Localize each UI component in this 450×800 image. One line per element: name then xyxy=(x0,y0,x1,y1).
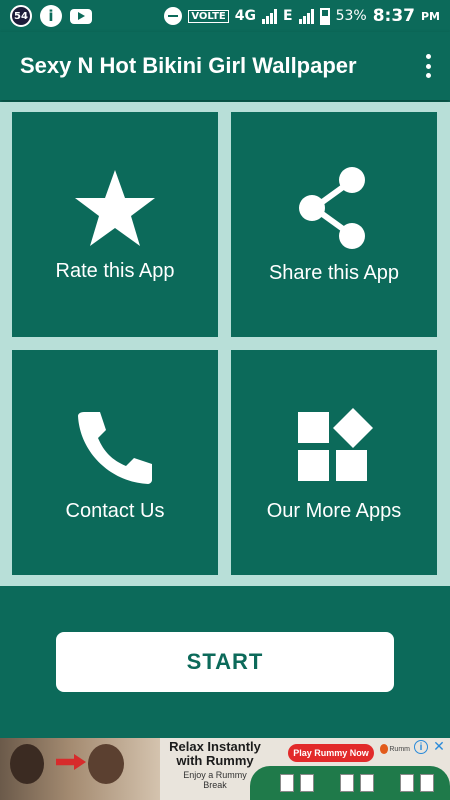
ad-brand-label: Rumm xyxy=(389,745,410,753)
share-icon xyxy=(231,166,437,250)
contact-us-label: Contact Us xyxy=(65,500,165,522)
status-bar: 54 i VOLTE 4G E 53% 8:37 PM xyxy=(0,0,450,32)
clock-ampm: PM xyxy=(420,9,440,23)
ad-brand: Rumm xyxy=(380,742,410,756)
info-icon: i xyxy=(40,5,62,27)
ad-person-2 xyxy=(88,744,124,784)
share-app-tile[interactable]: Share this App xyxy=(231,112,437,337)
ad-card-graphic xyxy=(400,774,414,792)
star-icon xyxy=(12,168,218,248)
notification-count-badge: 54 xyxy=(10,5,32,27)
youtube-icon xyxy=(70,8,92,24)
rate-app-label: Rate this App xyxy=(55,260,175,282)
ad-banner[interactable]: Relax Instantly with Rummy Enjoy a Rummy… xyxy=(0,738,450,800)
more-apps-tile[interactable]: Our More Apps xyxy=(231,350,437,575)
ad-image xyxy=(0,738,160,800)
clock-time: 8:37 xyxy=(372,6,415,26)
ad-brand-logo-icon xyxy=(380,744,389,754)
rate-app-tile[interactable]: Rate this App xyxy=(12,112,218,337)
more-vert-icon[interactable] xyxy=(424,54,432,78)
ad-cta-button[interactable]: Play Rummy Now xyxy=(288,744,374,762)
ad-close-icon[interactable]: ✕ xyxy=(432,739,446,753)
signal-icon xyxy=(261,8,277,24)
start-button[interactable]: START xyxy=(56,632,394,692)
network-type-label: 4G xyxy=(234,8,256,24)
action-grid: Rate this App Share this App Contact Us xyxy=(0,102,450,586)
do-not-disturb-icon xyxy=(164,7,183,25)
ad-info-icon[interactable]: i xyxy=(414,740,428,754)
battery-percent: 53% xyxy=(335,8,367,24)
ad-person-1 xyxy=(10,744,44,784)
volte-indicator: VOLTE xyxy=(188,9,229,23)
app-title: Sexy N Hot Bikini Girl Wallpaper xyxy=(20,53,357,78)
battery-icon xyxy=(319,7,330,25)
signal-icon-2 xyxy=(298,8,314,24)
network-type-label-2: E xyxy=(282,8,293,24)
ad-arrow-graphic xyxy=(56,754,86,770)
ad-card-graphic xyxy=(360,774,374,792)
ad-headline: Relax Instantly with Rummy xyxy=(169,739,261,768)
app-bar: Sexy N Hot Bikini Girl Wallpaper xyxy=(0,32,450,100)
share-app-label: Share this App xyxy=(268,262,400,284)
start-area: START xyxy=(0,586,450,738)
ad-card-graphic xyxy=(300,774,314,792)
ad-card-graphic xyxy=(280,774,294,792)
ad-card-graphic xyxy=(340,774,354,792)
apps-icon xyxy=(231,408,437,484)
ad-subtext: Enjoy a Rummy Break xyxy=(183,770,247,790)
phone-icon xyxy=(12,408,218,484)
more-apps-label: Our More Apps xyxy=(266,500,402,522)
contact-us-tile[interactable]: Contact Us xyxy=(12,350,218,575)
ad-card-graphic xyxy=(420,774,434,792)
